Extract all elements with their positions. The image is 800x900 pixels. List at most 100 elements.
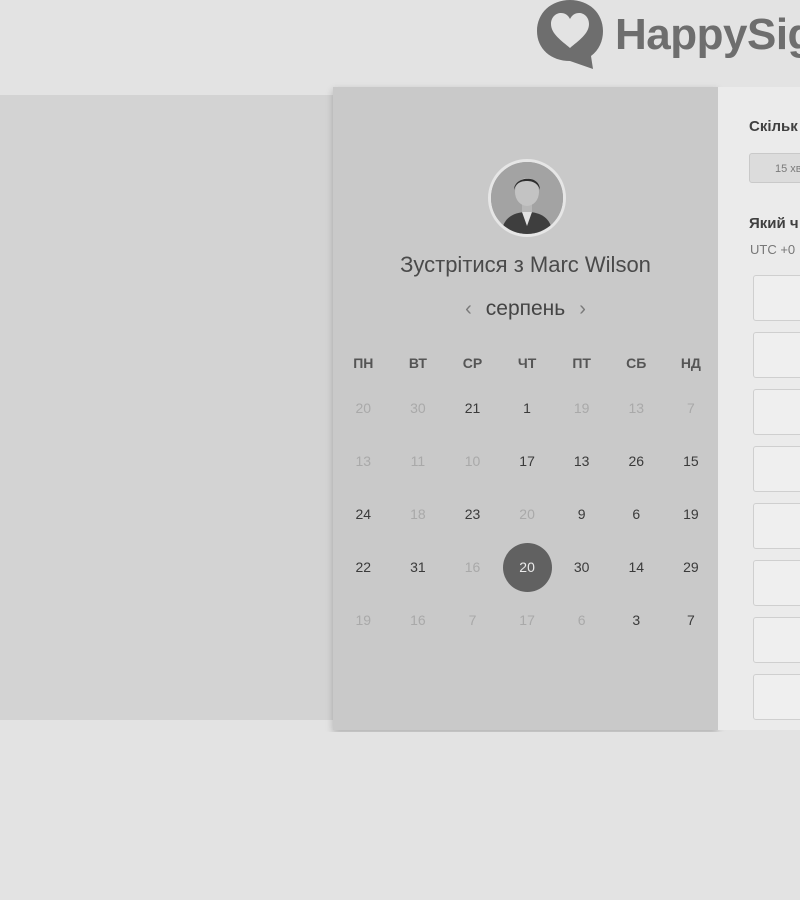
calendar-day-number: 13: [355, 453, 372, 469]
calendar-day-number: 31: [410, 559, 426, 575]
time-slot-button[interactable]: [753, 560, 800, 606]
timezone-label: UTC +0: [750, 242, 796, 257]
calendar-day-number: 29: [683, 559, 699, 575]
calendar-day: 17: [500, 610, 555, 630]
calendar-day[interactable]: 6: [609, 504, 664, 524]
month-navigation: ‹ серпень ›: [333, 297, 718, 321]
calendar-day-number: 3: [632, 612, 641, 628]
weekday-header: ПН ВТ СР ЧТ ПТ СБ НД: [336, 355, 720, 371]
left-backdrop-panel: [0, 95, 340, 720]
calendar-day-number: 9: [577, 506, 586, 522]
calendar-day-number: 6: [632, 506, 641, 522]
calendar-week-row: 19 16 7 17 6 3 7: [336, 610, 720, 630]
calendar-day[interactable]: 15: [664, 451, 719, 471]
calendar-day: 16: [445, 557, 500, 577]
page-footer-area: [0, 732, 800, 900]
calendar-day: 18: [391, 504, 446, 524]
duration-select[interactable]: 15 хв: [749, 153, 800, 183]
calendar-day: 6: [554, 610, 609, 630]
calendar-day[interactable]: 13: [554, 451, 609, 471]
time-slot-button[interactable]: [753, 617, 800, 663]
weekday-label: СБ: [626, 355, 647, 371]
calendar-day: 19: [554, 398, 609, 418]
heart-speech-bubble-icon: [537, 0, 603, 69]
calendar-day[interactable]: 21: [445, 398, 500, 418]
calendar-day[interactable]: 19: [664, 504, 719, 524]
calendar-day[interactable]: 30: [554, 557, 609, 577]
next-month-button[interactable]: ›: [579, 299, 586, 319]
calendar-day[interactable]: 9: [554, 504, 609, 524]
calendar-day-number: 17: [519, 612, 535, 628]
booking-calendar-card: Зустрітися з Marc Wilson ‹ серпень › ПН …: [333, 87, 718, 730]
calendar-day: 19: [336, 610, 391, 630]
calendar-day-number: 20: [519, 506, 535, 522]
calendar-day-number: 30: [573, 559, 590, 575]
logo-text: HappySig: [615, 10, 800, 59]
calendar-day-number: 20: [519, 559, 535, 575]
host-avatar: [488, 159, 566, 237]
calendar-day-number: 22: [355, 559, 372, 575]
calendar-day-number: 7: [468, 612, 477, 628]
time-slot-button[interactable]: [753, 503, 800, 549]
time-slot-button[interactable]: [753, 446, 800, 492]
calendar-day-number: 6: [577, 612, 586, 628]
calendar-day: 20: [336, 398, 391, 418]
calendar-day: 7: [664, 398, 719, 418]
calendar-day[interactable]: 23: [445, 504, 500, 524]
calendar-week-row: 20 30 21 1 19 13 7: [336, 398, 720, 418]
calendar-day: 20: [500, 504, 555, 524]
duration-question: Скільк: [749, 118, 798, 135]
calendar-day-number: 13: [573, 453, 590, 469]
weekday-label: ВТ: [408, 355, 427, 371]
calendar-day-number: 11: [410, 453, 426, 469]
calendar-day[interactable]: 7: [664, 610, 719, 630]
calendar-day-number: 20: [355, 400, 372, 416]
previous-month-button[interactable]: ‹: [465, 299, 472, 319]
person-avatar-icon: [491, 162, 563, 234]
weekday-label: ПТ: [572, 355, 591, 371]
calendar-day-number: 19: [355, 612, 372, 628]
calendar-day-number: 1: [523, 400, 531, 416]
header: HappySig: [0, 0, 800, 86]
calendar-day: 7: [445, 610, 500, 630]
calendar-day[interactable]: 29: [664, 557, 719, 577]
calendar-week-row: 24 18 23 20 9 6 19: [336, 504, 720, 524]
time-slot-button[interactable]: [753, 389, 800, 435]
calendar-day[interactable]: 1: [500, 398, 555, 418]
time-slot-button[interactable]: [753, 674, 800, 720]
calendar-day-number: 16: [410, 612, 426, 628]
time-question: Який ч: [749, 215, 799, 232]
calendar-day[interactable]: 22: [336, 557, 391, 577]
weekday-label: СР: [462, 355, 483, 371]
calendar-day-number: 7: [686, 400, 695, 416]
calendar-day[interactable]: 26: [609, 451, 664, 471]
meeting-title: Зустрітися з Marc Wilson: [400, 252, 651, 277]
weekday-label: ЧТ: [517, 355, 537, 371]
calendar-day-number: 17: [519, 453, 535, 469]
calendar-day-number: 10: [464, 453, 481, 469]
calendar-day[interactable]: 3: [609, 610, 664, 630]
happysig-logo[interactable]: HappySig: [535, 0, 800, 72]
calendar-day-number: 24: [355, 506, 372, 522]
calendar-day: 11: [391, 451, 446, 471]
calendar-day-number: 19: [683, 506, 699, 522]
calendar-day: 13: [336, 451, 391, 471]
calendar-day-selected[interactable]: 20: [500, 542, 555, 592]
calendar-day-number: 23: [464, 506, 481, 522]
calendar-day: 16: [391, 610, 446, 630]
time-slot-button[interactable]: [753, 275, 800, 321]
calendar-day[interactable]: 14: [609, 557, 664, 577]
calendar-day-number: 26: [628, 453, 645, 469]
calendar-day: 30: [391, 398, 446, 418]
calendar-week-row: 22 31 16 20 30 14 29: [336, 542, 720, 592]
calendar-day[interactable]: 31: [391, 557, 446, 577]
calendar-day-number: 19: [573, 400, 590, 416]
calendar-day-number: 18: [410, 506, 426, 522]
calendar-day[interactable]: 17: [500, 451, 555, 471]
calendar-day-number: 16: [464, 559, 481, 575]
time-slot-button[interactable]: [753, 332, 800, 378]
month-label: серпень: [485, 297, 566, 320]
calendar-week-row: 13 11 10 17 13 26 15: [336, 451, 720, 471]
calendar-day-number: 13: [628, 400, 645, 416]
calendar-day[interactable]: 24: [336, 504, 391, 524]
